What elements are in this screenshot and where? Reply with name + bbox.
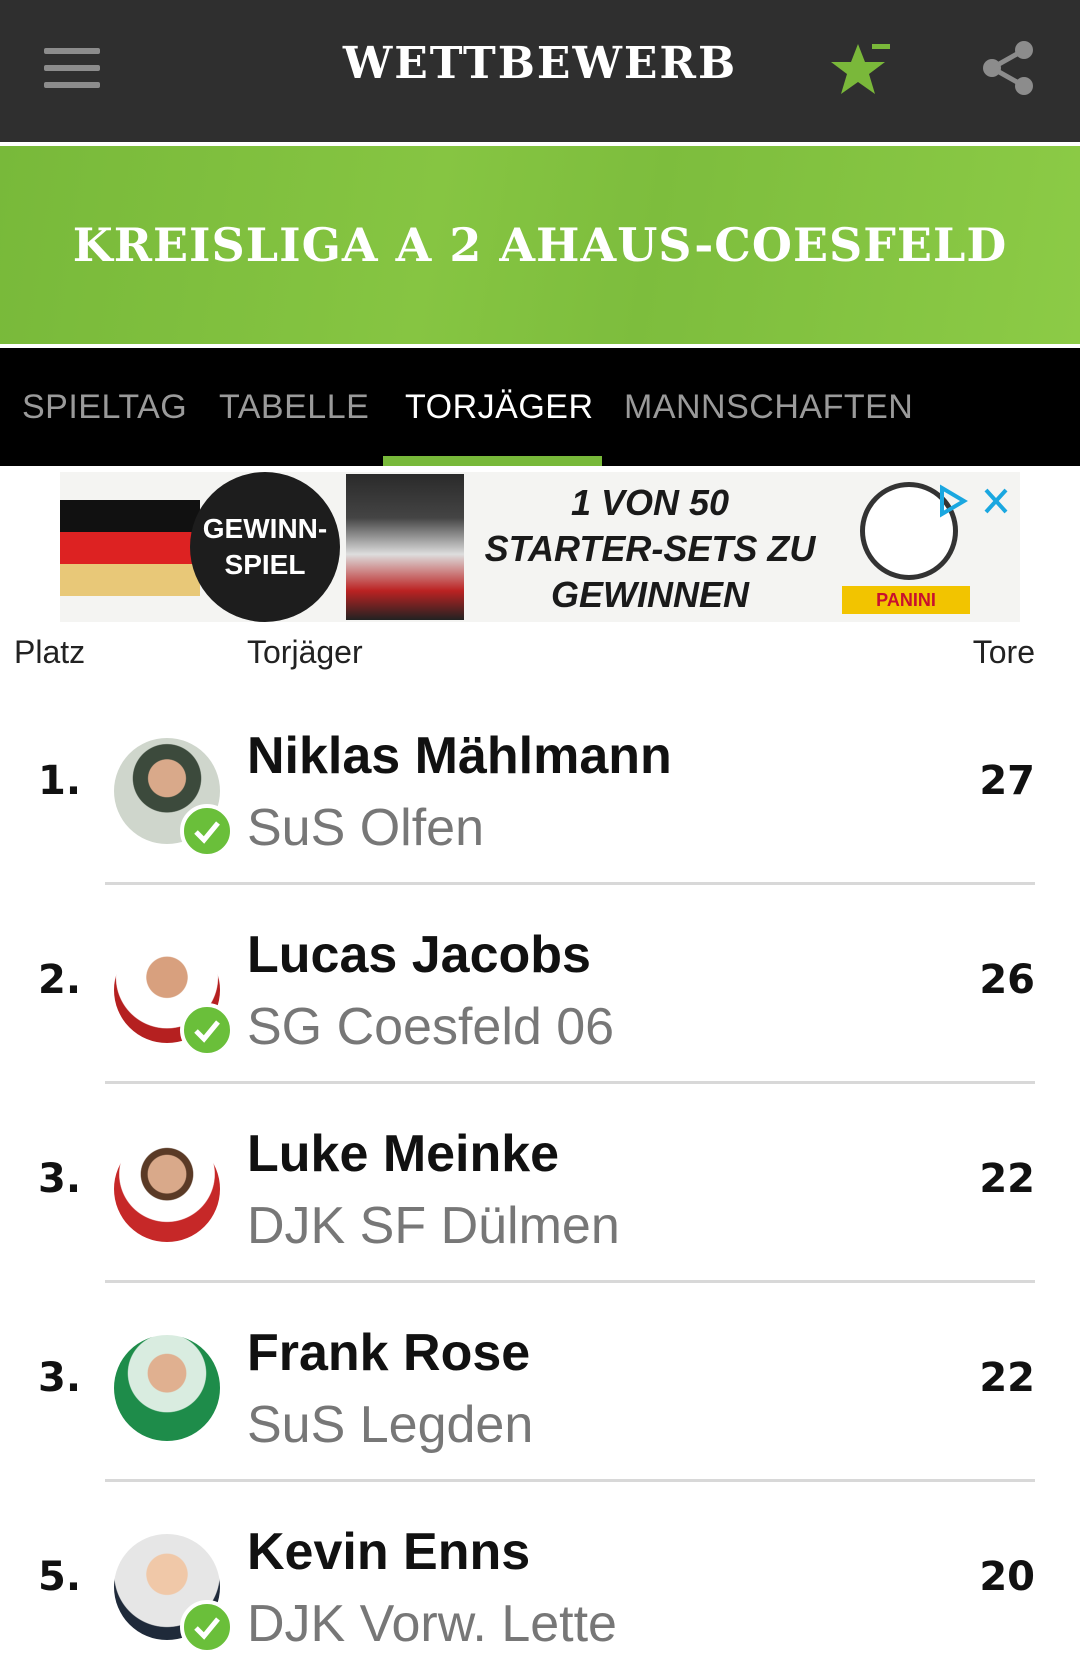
ad-text-line3: GEWINNEN <box>551 574 749 615</box>
player-name: Niklas Mählmann <box>247 727 672 785</box>
goal-count: 27 <box>979 758 1035 804</box>
table-row[interactable]: 2. Lucas Jacobs SG Coesfeld 06 26 <box>38 885 1035 1084</box>
player-name: Lucas Jacobs <box>247 926 591 984</box>
ad-choices-close-icon[interactable] <box>936 484 1012 518</box>
rank: 3. <box>38 1355 82 1401</box>
sticker-pack-image <box>346 474 464 620</box>
tab-mannschaften[interactable]: MANNSCHAFTEN <box>624 348 913 466</box>
player-name: Frank Rose <box>247 1324 531 1382</box>
header-player: Torjäger <box>247 634 363 670</box>
active-tab-indicator <box>383 456 602 466</box>
verified-check-icon <box>180 1003 234 1057</box>
rank: 1. <box>38 758 82 804</box>
ad-text-line2: STARTER-SETS ZU <box>484 528 816 569</box>
app-bar: WETTBEWERB <box>0 0 1080 146</box>
ad-banner[interactable]: GEWINN- SPIEL 1 VON 50 STARTER-SETS ZU G… <box>0 466 1080 624</box>
goal-count: 22 <box>979 1156 1035 1202</box>
rank: 5. <box>38 1554 82 1600</box>
tab-bar: SPIELTAG TABELLE TORJÄGER MANNSCHAFTEN <box>0 348 1080 466</box>
ad-badge-line2: SPIEL <box>224 549 306 580</box>
team-name: SuS Legden <box>247 1396 534 1454</box>
app-title: WETTBEWERB <box>342 38 738 89</box>
goal-count: 20 <box>979 1554 1035 1600</box>
goal-count: 22 <box>979 1355 1035 1401</box>
tab-spieltag[interactable]: SPIELTAG <box>22 348 187 466</box>
rank: 3. <box>38 1156 82 1202</box>
favorite-star-icon[interactable] <box>828 38 898 102</box>
rank: 2. <box>38 957 82 1003</box>
competition-title: KREISLIGA A 2 AHAUS-COESFELD <box>72 218 1008 272</box>
header-rank: Platz <box>14 634 86 670</box>
ad-badge: GEWINN- SPIEL <box>190 472 340 622</box>
team-name: DJK Vorw. Lette <box>247 1595 617 1653</box>
team-name: SG Coesfeld 06 <box>247 998 615 1056</box>
competition-banner: KREISLIGA A 2 AHAUS-COESFELD <box>0 146 1080 348</box>
tab-torjaeger[interactable]: TORJÄGER <box>405 348 594 466</box>
tab-tabelle[interactable]: TABELLE <box>219 348 369 466</box>
verified-check-icon <box>180 804 234 858</box>
header-goals: Tore <box>972 634 1035 670</box>
table-row[interactable]: 3. Luke Meinke DJK SF Dülmen 22 <box>38 1084 1035 1283</box>
avatar <box>114 1136 220 1242</box>
avatar <box>114 1335 220 1441</box>
verified-check-icon <box>180 1600 234 1654</box>
table-row[interactable]: 1. Niklas Mählmann SuS Olfen 27 <box>38 686 1035 885</box>
team-name: DJK SF Dülmen <box>247 1197 620 1255</box>
goal-count: 26 <box>979 957 1035 1003</box>
team-name: SuS Olfen <box>247 799 485 857</box>
flag-graphic <box>60 500 200 596</box>
table-row[interactable]: 3. Frank Rose SuS Legden 22 <box>38 1283 1035 1482</box>
player-name: Luke Meinke <box>247 1125 560 1183</box>
share-icon[interactable] <box>980 40 1036 96</box>
column-header: Platz Torjäger Tore <box>0 624 1080 686</box>
ad-text: 1 VON 50 STARTER-SETS ZU GEWINNEN <box>470 480 830 618</box>
scorer-list: 1. Niklas Mählmann SuS Olfen 27 2. Lucas… <box>0 686 1080 1678</box>
table-row[interactable]: 5. Kevin Enns DJK Vorw. Lette 20 <box>38 1482 1035 1678</box>
ad-text-line1: 1 VON 50 <box>570 482 730 523</box>
panini-logo: PANINI <box>842 586 970 614</box>
player-name: Kevin Enns <box>247 1523 531 1581</box>
ad-badge-line1: GEWINN- <box>202 513 328 544</box>
